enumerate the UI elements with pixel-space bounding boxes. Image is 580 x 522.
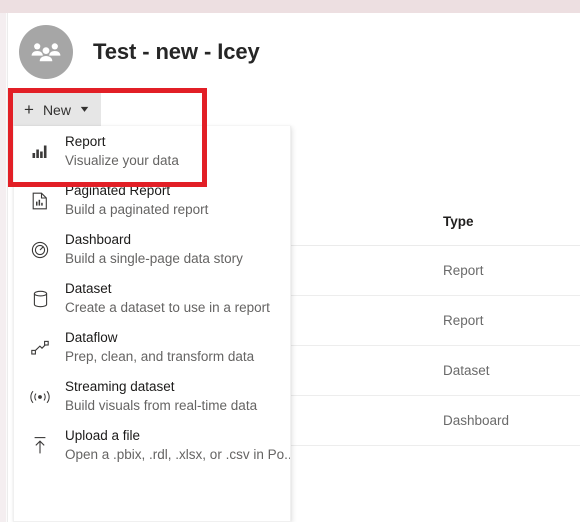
new-dropdown-menu: Report Visualize your data Paginated Rep… [13,126,291,522]
app-root: Type Report Report Dataset Dashboard Tes… [0,0,580,522]
new-button-label: New [42,101,71,118]
nav-rail-edge [6,13,8,522]
menu-item-paginated-report[interactable]: Paginated Report Build a paginated repor… [14,176,290,225]
content-area: Type Report Report Dataset Dashboard [291,13,580,522]
menu-item-title: Report [65,133,106,149]
menu-item-subtitle: Build a paginated report [65,201,209,217]
upload-icon [24,436,56,455]
table-row[interactable]: Dataset [291,346,580,396]
chevron-down-icon: ▾ [80,103,89,115]
browser-top-strip [0,0,580,13]
cell-type: Dataset [443,363,490,378]
menu-item-report[interactable]: Report Visualize your data [14,127,290,176]
menu-item-streaming-dataset[interactable]: Streaming dataset Build visuals from rea… [14,372,290,421]
menu-item-dataflow[interactable]: Dataflow Prep, clean, and transform data [14,323,290,372]
menu-item-title: Upload a file [65,427,141,443]
menu-item-title: Dataflow [65,329,118,345]
menu-item-title: Streaming dataset [65,378,175,394]
table-row[interactable]: Report [291,296,580,346]
menu-item-dashboard[interactable]: Dashboard Build a single-page data story [14,225,290,274]
plus-icon: + [24,100,34,119]
database-icon [24,290,56,308]
cell-type: Dashboard [443,413,510,428]
menu-item-text: Paginated Report Build a paginated repor… [65,183,208,218]
new-button[interactable]: + New ▾ [13,93,101,126]
group-people-icon [31,41,61,63]
table-row[interactable]: Dashboard [291,396,580,446]
streaming-icon [24,389,56,405]
menu-item-subtitle: Open a .pbix, .rdl, .xlsx, or .csv in Po… [65,446,291,462]
dataflow-icon [24,340,56,356]
gauge-icon [24,241,56,259]
menu-item-subtitle: Build a single-page data story [65,250,243,266]
menu-item-text: Dataset Create a dataset to use in a rep… [65,281,270,316]
menu-item-text: Dashboard Build a single-page data story [65,232,243,267]
menu-item-text: Dataflow Prep, clean, and transform data [65,330,254,365]
menu-item-upload-a-file[interactable]: Upload a file Open a .pbix, .rdl, .xlsx,… [14,421,290,470]
menu-item-text: Upload a file Open a .pbix, .rdl, .xlsx,… [65,427,291,463]
workspace-header: Test - new - Icey [9,20,569,84]
page-title: Test - new - Icey [93,39,260,64]
menu-item-text: Streaming dataset Build visuals from rea… [65,379,257,414]
paginated-report-icon [24,192,56,210]
items-table: Type Report Report Dataset Dashboard [291,198,580,446]
cell-type: Report [443,263,484,278]
table-header-row: Type [291,198,580,246]
menu-item-dataset[interactable]: Dataset Create a dataset to use in a rep… [14,274,290,323]
column-header-type[interactable]: Type [291,214,474,229]
menu-item-text: Report Visualize your data [65,134,179,169]
menu-item-subtitle: Create a dataset to use in a report [65,299,270,315]
menu-item-subtitle: Prep, clean, and transform data [65,348,255,364]
table-row[interactable]: Report [291,246,580,296]
menu-item-title: Paginated Report [65,182,171,198]
menu-item-subtitle: Visualize your data [65,152,179,168]
menu-item-title: Dataset [65,280,112,296]
cell-type: Report [443,313,484,328]
menu-item-title: Dashboard [65,231,132,247]
bar-chart-icon [24,144,56,159]
workspace-avatar [19,25,73,79]
menu-item-subtitle: Build visuals from real-time data [65,397,258,413]
